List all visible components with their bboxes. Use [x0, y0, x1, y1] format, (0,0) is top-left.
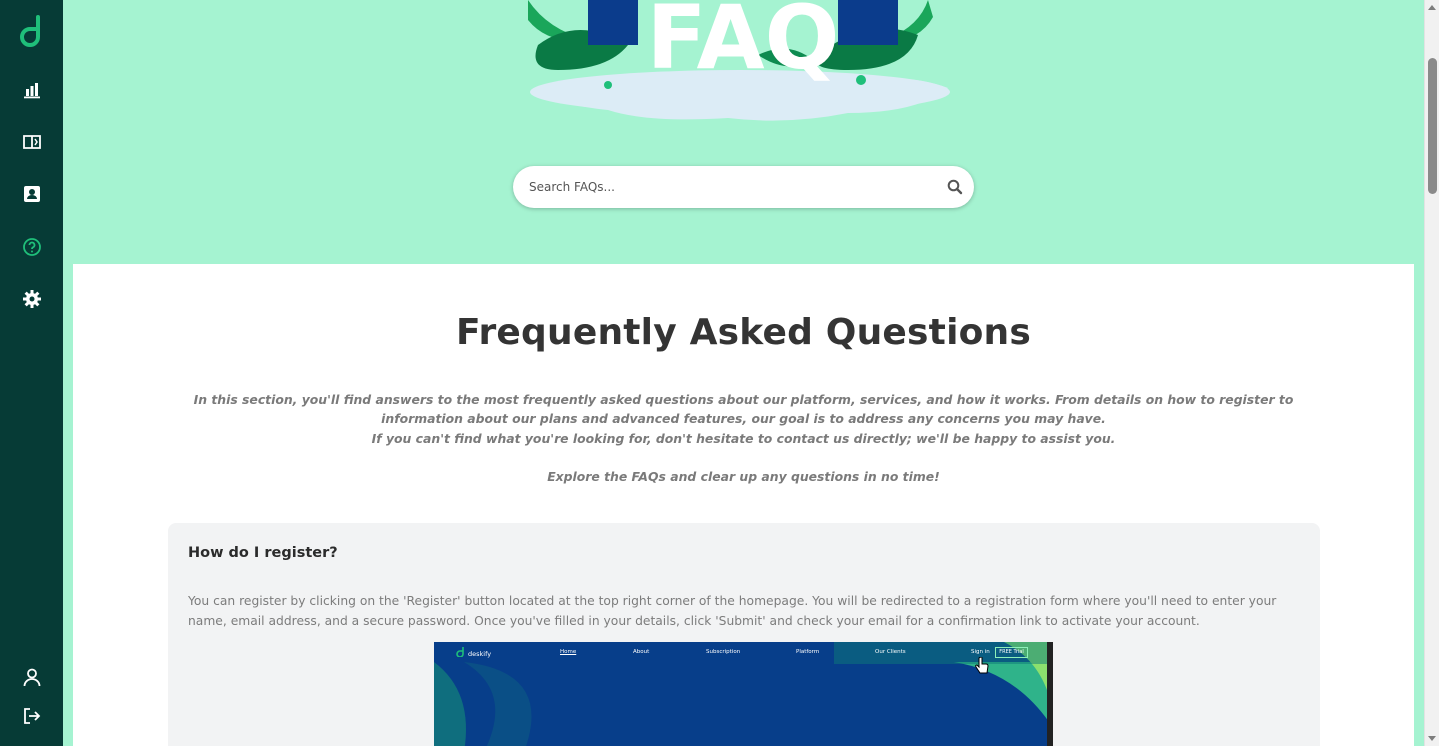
screenshot-background [434, 642, 1053, 746]
faq-question[interactable]: How do I register? [188, 545, 338, 561]
faq-item[interactable]: How do I register? You can register by c… [168, 523, 1320, 746]
scroll-up-arrow-icon[interactable] [1428, 5, 1436, 10]
sidebar-item-contacts[interactable] [0, 174, 63, 214]
screenshot-trial-button: FREE Trial [995, 647, 1028, 658]
sidebar-item-library[interactable] [0, 122, 63, 162]
screenshot-brand: deskify [468, 650, 492, 658]
app-logo[interactable] [0, 12, 63, 52]
intro-paragraph: Explore the FAQs and clear up any questi… [547, 468, 940, 484]
register-screenshot: deskify Home About Subscription Platform… [434, 642, 1053, 746]
intro-paragraph: If you can't find what you're looking fo… [371, 430, 1116, 446]
sidebar-item-dashboard[interactable] [0, 70, 63, 110]
sidebar-item-faq[interactable] [0, 227, 63, 267]
screenshot-nav-signin: Sign in [971, 649, 990, 655]
screenshot-nav-about: About [633, 649, 650, 655]
scroll-down-arrow-icon[interactable] [1428, 736, 1436, 741]
logout-icon [23, 708, 40, 724]
sidebar-item-logout[interactable] [0, 696, 63, 736]
help-circle-icon [22, 238, 41, 256]
screenshot-nav-platform: Platform [796, 649, 820, 655]
faq-search [513, 166, 974, 208]
page-title: Frequently Asked Questions [455, 312, 1032, 353]
faq-hero: FAQ [63, 0, 1424, 264]
faq-answer: You can register by clicking on the 'Reg… [188, 594, 1277, 628]
sidebar-item-settings[interactable] [0, 279, 63, 319]
page-scrollbar[interactable] [1424, 0, 1439, 746]
contact-card-icon [23, 186, 40, 202]
user-icon [23, 668, 40, 687]
sidebar [0, 0, 63, 746]
search-input[interactable] [529, 166, 939, 208]
screenshot-nav-subscription: Subscription [706, 649, 741, 655]
faq-illustration-text: FAQ [647, 0, 840, 89]
screenshot-nav-clients: Our Clients [875, 649, 906, 655]
search-icon[interactable] [946, 178, 964, 196]
hand-cursor-icon [975, 657, 989, 674]
bar-chart-icon [23, 83, 40, 99]
faq-main: Frequently Asked Questions In this secti… [73, 264, 1414, 746]
faq-intro: In this section, you'll find answers to … [168, 390, 1319, 486]
screenshot-edge [1047, 642, 1053, 746]
sidebar-item-profile[interactable] [0, 657, 63, 697]
screenshot-nav-home: Home [560, 649, 577, 655]
deskify-logo-icon [456, 647, 464, 657]
gear-icon [22, 290, 41, 308]
book-icon [22, 135, 41, 149]
intro-paragraph: In this section, you'll find answers to … [193, 392, 1294, 427]
logo-icon [19, 15, 40, 47]
faq-illustration: FAQ [528, 0, 950, 121]
scrollbar-thumb[interactable] [1428, 58, 1437, 194]
